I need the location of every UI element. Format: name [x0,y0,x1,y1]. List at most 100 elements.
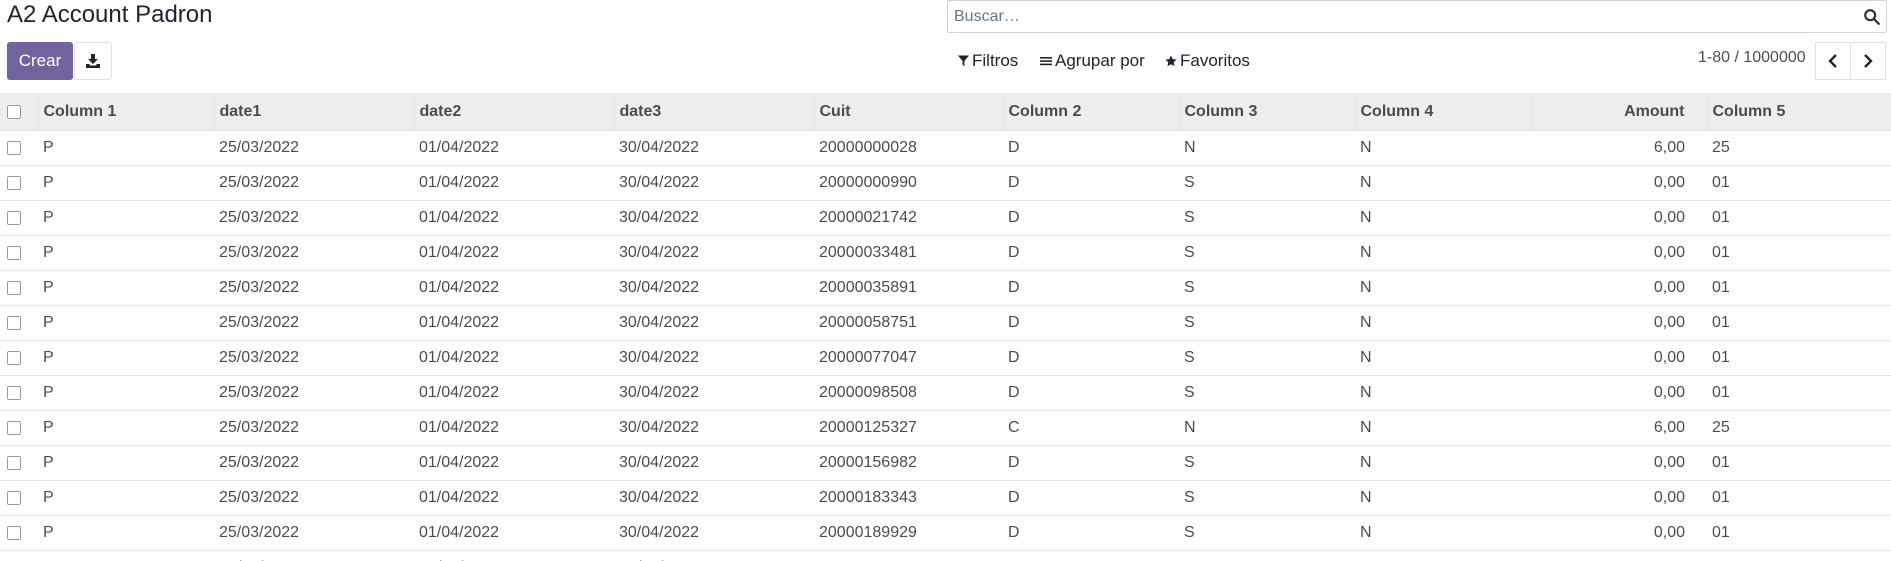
column-header[interactable]: Column 4 [1354,93,1531,131]
table-cell: 20000098508 [814,375,1003,411]
column-header[interactable]: Column 2 [1002,93,1179,131]
row-select-cell[interactable] [0,235,38,271]
row-checkbox[interactable] [7,281,21,295]
previous-page-button[interactable] [1815,42,1851,80]
row-checkbox[interactable] [7,316,21,330]
next-page-button[interactable] [1850,42,1886,80]
table-cell: 30/04/2022 [614,235,814,271]
column-header[interactable]: Column 1 [37,93,214,131]
table-cell: S [1179,445,1355,481]
row-select-cell[interactable] [0,165,38,201]
search-icon[interactable] [1863,8,1881,26]
table-row[interactable]: P 25/03/2022 01/04/2022 30/04/2022 200001833… [0,480,1891,516]
table-cell: 20000183343 [814,480,1003,516]
table-cell: P [38,200,214,236]
row-select-cell[interactable] [0,515,38,551]
table-row[interactable]: P 25/03/2022 01/04/2022 30/04/2022 200000770… [0,340,1891,376]
search-bar[interactable] [947,0,1887,33]
table-cell: N [1355,375,1531,411]
table-cell: 01/04/2022 [414,130,614,166]
row-select-cell[interactable] [0,445,38,481]
filters-button[interactable]: Filtros [958,48,1018,74]
table-row[interactable]: P 25/03/2022 01/04/2022 30/04/2022 200001569… [0,445,1891,481]
row-checkbox[interactable] [7,456,21,470]
table-cell: D [1003,235,1179,271]
table-cell: 30/04/2022 [614,305,814,341]
table-cell: 30/04/2022 [614,410,814,446]
table-cell: D [1003,270,1179,306]
row-select-cell[interactable] [0,410,38,446]
table-row[interactable]: P 25/03/2022 01/04/2022 30/04/2022 200001253… [0,410,1891,446]
row-select-cell[interactable] [0,375,38,411]
column-header[interactable]: Cuit [813,93,1003,131]
table-row[interactable]: P25/03/202201/04/202230/04/2022200001931… [0,550,1891,561]
table-cell: 01/04/2022 [414,550,614,561]
row-select-cell[interactable] [0,130,38,166]
table-cell: 20000193148 [814,550,1003,561]
table-cell: 25/03/2022 [214,340,414,376]
row-checkbox[interactable] [7,386,21,400]
column-header[interactable]: date2 [413,93,614,131]
group-by-button[interactable]: Agrupar por [1040,48,1145,74]
table-cell: D [1003,480,1179,516]
create-button[interactable]: Crear [7,42,73,80]
row-checkbox[interactable] [7,351,21,365]
list-icon [1040,57,1052,66]
column-header[interactable]: date1 [213,93,414,131]
table-cell: N [1355,410,1531,446]
table-row[interactable]: P 25/03/2022 01/04/2022 30/04/2022 200000217… [0,200,1891,236]
row-checkbox[interactable] [7,176,21,190]
row-select-cell[interactable] [0,340,38,376]
column-header[interactable]: Amount [1530,93,1707,131]
select-all-cell[interactable] [0,93,38,131]
table-cell: 20000021742 [814,200,1003,236]
table-cell: 0,00 [1531,445,1707,481]
row-select-cell[interactable] [0,200,38,236]
column-header[interactable]: Column 5 [1706,93,1891,131]
select-all-checkbox[interactable] [7,104,21,119]
table-cell: 25/03/2022 [214,130,414,166]
table-row[interactable]: P 25/03/2022 01/04/2022 30/04/2022 200001899… [0,515,1891,551]
table-row[interactable]: P 25/03/2022 01/04/2022 30/04/2022 200000587… [0,305,1891,341]
table-cell: 25/03/2022 [214,270,414,306]
table-cell: 0,00 [1531,235,1707,271]
table-cell: D [1003,165,1179,201]
pager-value[interactable]: 1-80 / 1000000 [1698,49,1806,67]
table-row[interactable]: P 25/03/2022 01/04/2022 30/04/2022 200000000… [0,130,1891,166]
table-cell: 01 [1707,515,1891,551]
table-cell: 25/03/2022 [214,410,414,446]
column-header[interactable]: Column 3 [1178,93,1355,131]
table-cell: D [1003,130,1179,166]
table-cell: 0,00 [1531,340,1707,376]
table-row[interactable]: P 25/03/2022 01/04/2022 30/04/2022 200000334… [0,235,1891,271]
table-cell: D [1003,340,1179,376]
row-checkbox[interactable] [7,211,21,225]
table-cell: 30/04/2022 [614,270,814,306]
table-cell: 25/03/2022 [214,305,414,341]
table-row[interactable]: P 25/03/2022 01/04/2022 30/04/2022 200000358… [0,270,1891,306]
row-checkbox[interactable] [7,491,21,505]
row-select-cell[interactable] [0,550,38,561]
search-input[interactable] [948,1,1834,32]
row-checkbox[interactable] [7,246,21,260]
table-cell: N [1355,235,1531,271]
row-checkbox[interactable] [7,526,21,540]
table-cell: 25/03/2022 [214,200,414,236]
favorites-button[interactable]: Favoritos [1165,48,1250,74]
table-cell: 01 [1707,375,1891,411]
table-cell: 30/04/2022 [614,515,814,551]
table-cell: 30/04/2022 [614,375,814,411]
row-select-cell[interactable] [0,270,38,306]
row-checkbox[interactable] [7,141,21,155]
row-checkbox[interactable] [7,421,21,435]
row-select-cell[interactable] [0,480,38,516]
table-cell: N [1355,130,1531,166]
table-cell: 01 [1707,340,1891,376]
table-row[interactable]: P 25/03/2022 01/04/2022 30/04/2022 200000009… [0,165,1891,201]
table-cell: 20000000028 [814,130,1003,166]
row-select-cell[interactable] [0,305,38,341]
table-cell: N [1355,270,1531,306]
table-row[interactable]: P 25/03/2022 01/04/2022 30/04/2022 200000985… [0,375,1891,411]
column-header[interactable]: date3 [613,93,814,131]
download-button[interactable] [74,42,112,80]
